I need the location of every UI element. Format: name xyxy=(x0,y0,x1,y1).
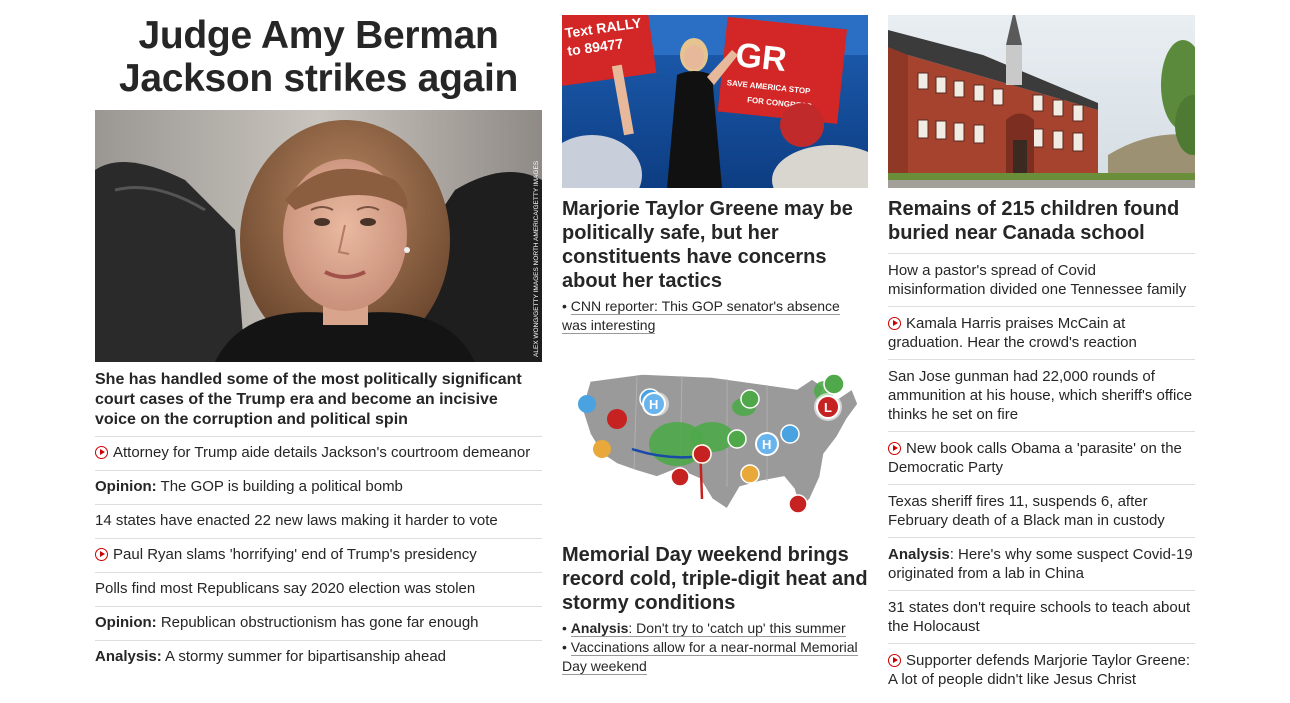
lead-description[interactable]: She has handled some of the most politic… xyxy=(95,370,542,430)
bullet-text: : Don't try to 'catch up' this summer xyxy=(628,620,846,636)
svg-text:H: H xyxy=(649,397,658,412)
bullet-kicker: Analysis xyxy=(570,620,629,636)
item-text: Paul Ryan slams 'horrifying' end of Trum… xyxy=(113,546,477,563)
weather-headline[interactable]: Memorial Day weekend brings record cold,… xyxy=(562,543,868,615)
item-text: San Jose gunman had 22,000 rounds of amm… xyxy=(888,368,1193,423)
list-item[interactable]: Supporter defends Marjorie Taylor Greene… xyxy=(888,643,1195,696)
list-item[interactable]: 14 states have enacted 22 new laws makin… xyxy=(95,504,542,538)
item-text: The GOP is building a political bomb xyxy=(156,478,403,495)
list-item[interactable]: Texas sheriff fires 11, suspends 6, afte… xyxy=(888,484,1195,537)
play-circle-icon xyxy=(95,446,108,459)
bullet-item[interactable]: • Analysis: Don't try to 'catch up' this… xyxy=(562,619,868,638)
bullet-text: CNN reporter: This GOP senator's absence… xyxy=(562,298,840,333)
svg-text:GR: GR xyxy=(734,36,789,79)
school-photo[interactable] xyxy=(888,15,1195,188)
list-item[interactable]: Analysis: A stormy summer for bipartisan… xyxy=(95,640,542,674)
bullet-dot: • xyxy=(562,639,571,655)
list-item[interactable]: Kamala Harris praises McCain at graduati… xyxy=(888,306,1195,359)
item-text: Polls find most Republicans say 2020 ele… xyxy=(95,580,476,597)
photo-credit: ALEX WONG/GETTY IMAGES NORTH AMERICA/GET… xyxy=(533,160,540,357)
right-related-list: How a pastor's spread of Covid misinform… xyxy=(888,253,1195,696)
item-text: A stormy summer for bipartisanship ahead xyxy=(161,648,446,665)
item-text: 14 states have enacted 22 new laws makin… xyxy=(95,512,498,529)
list-item[interactable]: Paul Ryan slams 'horrifying' end of Trum… xyxy=(95,538,542,572)
list-item[interactable]: Polls find most Republicans say 2020 ele… xyxy=(95,572,542,606)
item-text: Republican obstructionism has gone far e… xyxy=(156,614,479,631)
list-item[interactable]: 31 states don't require schools to teach… xyxy=(888,590,1195,643)
mtg-headline[interactable]: Marjorie Taylor Greene may be politicall… xyxy=(562,197,868,293)
list-item[interactable]: Analysis: Here's why some suspect Covid-… xyxy=(888,537,1195,590)
svg-text:H: H xyxy=(762,437,771,452)
lead-headline[interactable]: Judge Amy Berman Jackson strikes again xyxy=(95,14,542,100)
weather-map[interactable]: H H L xyxy=(562,359,868,529)
list-item[interactable]: Opinion: The GOP is building a political… xyxy=(95,470,542,504)
rally-photo[interactable]: Text RALLY to 89477 GR SAVE AMERICA STOP… xyxy=(562,15,868,188)
svg-text:L: L xyxy=(824,400,832,415)
residential-school-image xyxy=(888,15,1195,188)
middle-column: Text RALLY to 89477 GR SAVE AMERICA STOP… xyxy=(562,15,868,676)
item-kicker: Opinion: xyxy=(95,614,157,631)
play-circle-icon xyxy=(888,654,901,667)
bullet-dot: • xyxy=(562,298,571,314)
mtg-related-list: • CNN reporter: This GOP senator's absen… xyxy=(562,297,868,335)
play-circle-icon xyxy=(888,317,901,330)
item-text: New book calls Obama a 'parasite' on the… xyxy=(888,440,1182,476)
right-column: Remains of 215 children found buried nea… xyxy=(888,15,1195,696)
judge-portrait-image: ALEX WONG/GETTY IMAGES NORTH AMERICA/GET… xyxy=(95,110,542,362)
play-circle-icon xyxy=(888,442,901,455)
item-text: Kamala Harris praises McCain at graduati… xyxy=(888,315,1137,351)
list-item[interactable]: San Jose gunman had 22,000 rounds of amm… xyxy=(888,359,1195,431)
bullet-item[interactable]: • CNN reporter: This GOP senator's absen… xyxy=(562,297,868,335)
judge-photo[interactable]: ALEX WONG/GETTY IMAGES NORTH AMERICA/GET… xyxy=(95,110,542,362)
item-text: Texas sheriff fires 11, suspends 6, afte… xyxy=(888,493,1165,529)
play-circle-icon xyxy=(95,548,108,561)
school-headline[interactable]: Remains of 215 children found buried nea… xyxy=(888,197,1195,245)
item-kicker: Opinion: xyxy=(95,478,157,495)
lead-story-column: Judge Amy Berman Jackson strikes again A… xyxy=(95,10,542,674)
rally-image: Text RALLY to 89477 GR SAVE AMERICA STOP… xyxy=(562,15,868,188)
bullet-dot: • xyxy=(562,620,571,636)
item-text: Attorney for Trump aide details Jackson'… xyxy=(113,444,531,461)
list-item[interactable]: New book calls Obama a 'parasite' on the… xyxy=(888,431,1195,484)
list-item[interactable]: Opinion: Republican obstructionism has g… xyxy=(95,606,542,640)
lead-related-list: Attorney for Trump aide details Jackson'… xyxy=(95,436,542,674)
item-text: 31 states don't require schools to teach… xyxy=(888,599,1191,635)
item-text: How a pastor's spread of Covid misinform… xyxy=(888,262,1187,298)
weather-related-list: • Analysis: Don't try to 'catch up' this… xyxy=(562,619,868,676)
item-kicker: Analysis: xyxy=(95,648,162,665)
bullet-text: Vaccinations allow for a near-normal Mem… xyxy=(562,639,858,674)
item-kicker: Analysis xyxy=(888,546,950,563)
bullet-item[interactable]: • Vaccinations allow for a near-normal M… xyxy=(562,638,868,676)
list-item[interactable]: How a pastor's spread of Covid misinform… xyxy=(888,253,1195,306)
list-item[interactable]: Attorney for Trump aide details Jackson'… xyxy=(95,436,542,470)
us-weather-map-image: H H L xyxy=(578,373,859,514)
item-text: Supporter defends Marjorie Taylor Greene… xyxy=(888,652,1191,688)
